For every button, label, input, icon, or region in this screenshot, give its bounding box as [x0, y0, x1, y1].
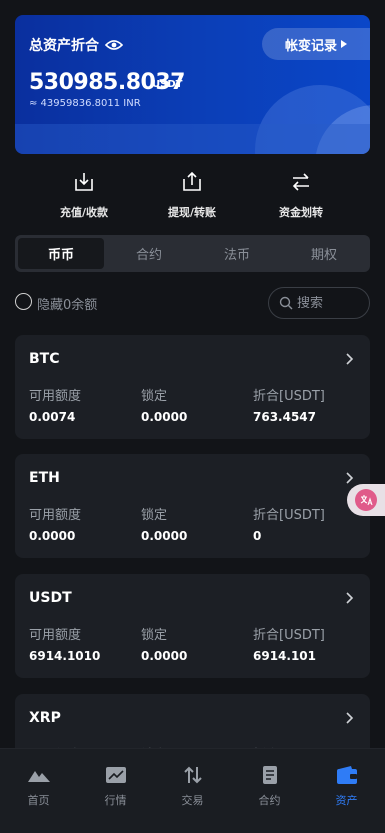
locked-value: 0.0000: [141, 649, 188, 663]
tab-contract[interactable]: 合约: [106, 238, 192, 269]
chevron-right-icon[interactable]: [346, 712, 354, 724]
transfer-button[interactable]: 资金划转: [242, 170, 360, 220]
filter-bar: 隐藏0余额: [15, 287, 370, 319]
asset-name: ETH: [29, 470, 60, 486]
withdraw-label: 提现/转账: [167, 206, 217, 219]
asset-name: XRP: [29, 710, 61, 726]
locked-column: 锁定 0.0000: [141, 504, 187, 543]
converted-value: 6914.101: [253, 649, 317, 663]
translate-icon: [355, 489, 377, 511]
nav-market[interactable]: 行情: [77, 765, 154, 808]
available-column: 可用额度 6914.1010: [29, 624, 100, 663]
asset-name: USDT: [29, 590, 72, 606]
asset-card-btc[interactable]: BTC 可用额度 0.0074 锁定 0.0000 折合[USDT] 763.4…: [15, 335, 370, 439]
eye-icon[interactable]: [105, 39, 123, 51]
banner-decoration: [15, 124, 370, 154]
asset-card-eth[interactable]: ETH 可用额度 0.0000 锁定 0.0000 折合[USDT] 0: [15, 454, 370, 558]
amount-unit: USDT: [152, 79, 183, 90]
nav-contract-label: 合约: [258, 794, 281, 807]
converted-label: 折合[USDT]: [253, 389, 325, 404]
available-label: 可用额度: [29, 628, 82, 643]
locked-column: 锁定 0.0000: [141, 624, 187, 663]
transfer-label: 资金划转: [279, 206, 323, 219]
account-record-label: 帐变记录: [284, 38, 337, 54]
hide-zero-label[interactable]: 隐藏0余额: [37, 294, 97, 313]
converted-column: 折合[USDT] 0: [253, 504, 325, 543]
hide-zero-checkbox[interactable]: [15, 293, 32, 310]
available-label: 可用额度: [29, 508, 82, 523]
converted-column: 折合[USDT] 763.4547: [253, 385, 325, 424]
contract-icon: [262, 766, 277, 784]
chevron-right-icon[interactable]: [346, 592, 354, 604]
nav-trade[interactable]: 交易: [154, 765, 231, 808]
nav-assets[interactable]: 资产: [308, 765, 385, 808]
chevron-right-icon[interactable]: [346, 472, 354, 484]
locked-value: 0.0000: [141, 529, 188, 543]
tab-options[interactable]: 期权: [281, 238, 367, 269]
tab-fiat[interactable]: 法币: [194, 238, 280, 269]
home-mountain-icon: [27, 771, 50, 782]
locked-label: 锁定: [141, 508, 168, 523]
chevron-right-icon[interactable]: [346, 353, 354, 365]
wallet-icon: [336, 766, 357, 784]
asset-card-usdt[interactable]: USDT 可用额度 6914.1010 锁定 0.0000 折合[USDT] 6…: [15, 574, 370, 678]
tab-spot[interactable]: 币币: [18, 238, 104, 269]
available-label: 可用额度: [29, 389, 82, 404]
locked-label: 锁定: [141, 628, 168, 643]
search-input[interactable]: [297, 295, 357, 311]
account-record-button[interactable]: 帐变记录: [262, 28, 370, 60]
converted-value: 0: [253, 529, 262, 543]
quick-actions: 充值/收款 提现/转账 资金划转: [15, 170, 370, 226]
transfer-icon: [292, 173, 309, 191]
asset-name: BTC: [29, 351, 60, 367]
locked-value: 0.0000: [141, 410, 188, 424]
trade-arrows-icon: [183, 766, 202, 784]
converted-column: 折合[USDT] 6914.101: [253, 624, 325, 663]
nav-home[interactable]: 首页: [0, 765, 77, 808]
upload-icon: [183, 171, 201, 191]
nav-trade-label: 交易: [181, 794, 204, 807]
locked-column: 锁定 0.0000: [141, 385, 187, 424]
inr-equivalent: ≈ 43959836.8011 INR: [29, 98, 141, 109]
available-column: 可用额度 0.0074: [29, 385, 81, 424]
converted-label: 折合[USDT]: [253, 508, 325, 523]
deposit-label: 充值/收款: [59, 206, 109, 219]
bottom-nav: 首页 行情 交易 合约 资产: [0, 748, 385, 833]
nav-home-label: 首页: [27, 794, 50, 807]
withdraw-button[interactable]: 提现/转账: [133, 170, 251, 220]
search-icon: [279, 296, 293, 310]
nav-contract[interactable]: 合约: [231, 765, 308, 808]
account-tabs: 币币 合约 法币 期权: [15, 235, 370, 272]
available-column: 可用额度 0.0000: [29, 504, 81, 543]
deposit-button[interactable]: 充值/收款: [25, 170, 143, 220]
translate-float-button[interactable]: [347, 484, 385, 516]
nav-assets-label: 资产: [335, 794, 358, 807]
converted-label: 折合[USDT]: [253, 628, 325, 643]
available-value: 6914.1010: [29, 649, 101, 663]
total-assets-title: 总资产折合: [29, 35, 123, 55]
locked-label: 锁定: [141, 389, 168, 404]
asset-banner: 总资产折合 帐变记录 530985.8037 USDT ≈ 43959836.8…: [15, 15, 370, 154]
nav-market-label: 行情: [104, 794, 127, 807]
total-assets-label: 总资产折合: [29, 38, 99, 54]
converted-value: 763.4547: [253, 410, 317, 424]
available-value: 0.0000: [29, 529, 76, 543]
caret-right-icon: [341, 40, 347, 48]
chart-icon: [105, 767, 126, 783]
download-icon: [75, 173, 93, 191]
available-value: 0.0074: [29, 410, 76, 424]
search-box[interactable]: [268, 287, 370, 319]
